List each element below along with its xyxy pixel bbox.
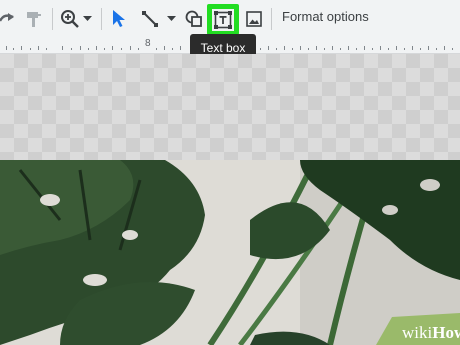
ruler-tick <box>260 48 261 50</box>
ruler-tick <box>436 48 437 50</box>
ruler-tick <box>396 46 397 50</box>
ruler-tick <box>96 46 97 50</box>
ruler-tick <box>138 48 139 50</box>
redo-icon <box>0 10 16 28</box>
wikihow-watermark: wikiHow <box>362 311 460 345</box>
ruler-tick <box>300 46 301 50</box>
svg-text:wikiHow: wikiHow <box>402 323 460 342</box>
ruler-tick <box>348 46 349 50</box>
ruler-tick <box>316 46 317 50</box>
chevron-down-icon <box>83 16 92 22</box>
ruler-tick <box>104 48 105 50</box>
paint-format-button[interactable] <box>22 6 46 32</box>
ruler-tick <box>6 46 7 50</box>
tooltip-label: Text box <box>200 40 246 55</box>
paint-format-icon <box>25 10 43 28</box>
ruler-tick <box>21 46 22 50</box>
toolbar: Format options <box>0 0 460 37</box>
ruler-tick <box>13 48 14 50</box>
ruler-tick <box>46 48 47 50</box>
ruler-tick <box>88 48 89 50</box>
text-box-icon <box>214 10 232 29</box>
ruler-tick <box>80 46 81 50</box>
ruler-tick <box>372 48 373 50</box>
ruler-tick <box>156 48 157 50</box>
ruler-tick <box>62 46 63 50</box>
ruler-tick <box>172 48 173 50</box>
ruler-tick <box>364 46 365 50</box>
line-icon <box>141 10 159 28</box>
ruler-tick <box>284 46 285 50</box>
ruler-tick <box>356 48 357 50</box>
line-button[interactable] <box>138 6 178 32</box>
ruler-tick <box>121 48 122 50</box>
wikihow-logo: wikiHow <box>376 313 460 345</box>
shape-button[interactable] <box>184 6 204 32</box>
ruler-tick <box>412 46 413 50</box>
ruler-tick <box>38 46 39 50</box>
ruler-tick <box>340 48 341 50</box>
ruler-tick <box>452 48 453 50</box>
toolbar-divider <box>52 8 53 30</box>
ruler-tick <box>130 46 131 50</box>
shape-icon <box>185 10 203 28</box>
chevron-down-icon <box>166 16 176 22</box>
ruler-tick <box>332 46 333 50</box>
select-icon <box>112 10 126 28</box>
image-icon <box>246 11 262 27</box>
ruler-tick <box>388 48 389 50</box>
zoom-button[interactable] <box>58 6 94 32</box>
redo-button[interactable] <box>0 6 16 32</box>
image-button[interactable] <box>244 6 264 32</box>
ruler-tick <box>164 46 165 50</box>
ruler-tick <box>324 48 325 50</box>
ruler-tick <box>180 46 181 50</box>
ruler-tick <box>380 46 381 50</box>
ruler-tick <box>428 46 429 50</box>
text-box-button[interactable] <box>207 4 239 35</box>
zoom-icon <box>60 9 80 29</box>
ruler-number: 8 <box>145 38 151 49</box>
toolbar-divider <box>271 8 272 30</box>
select-button[interactable] <box>108 6 130 32</box>
format-options-button[interactable]: Format options <box>282 9 369 24</box>
ruler-tick <box>308 48 309 50</box>
drawing-editor: Format options 8 Text box wikiHo <box>0 0 460 345</box>
drawing-canvas[interactable] <box>0 54 460 160</box>
toolbar-divider <box>101 8 102 30</box>
ruler-tick <box>276 48 277 50</box>
ruler-tick <box>268 46 269 50</box>
ruler-tick <box>420 48 421 50</box>
ruler-tick <box>292 48 293 50</box>
ruler-tick <box>112 46 113 50</box>
ruler-tick <box>71 48 72 50</box>
ruler-tick <box>30 48 31 50</box>
ruler-tick <box>404 48 405 50</box>
ruler-tick <box>444 46 445 50</box>
